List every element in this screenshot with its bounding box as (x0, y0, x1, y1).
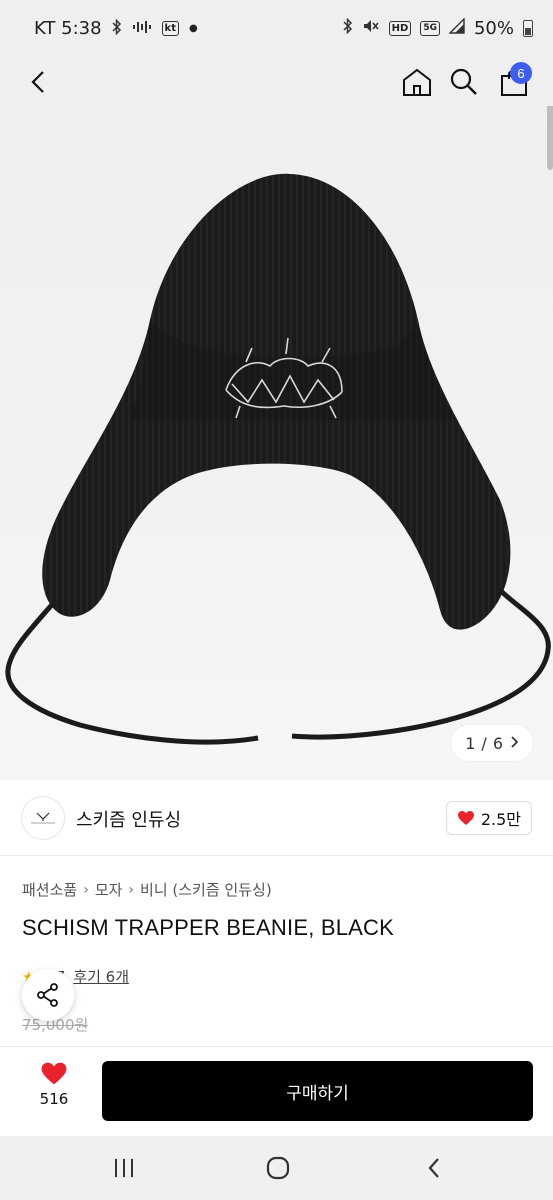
bluetooth-icon (343, 17, 353, 39)
shop-like-button[interactable]: 2.5만 (445, 801, 532, 835)
chevron-right-icon (509, 734, 519, 753)
breadcrumb-item[interactable]: 비니 (스키즘 인듀싱) (140, 879, 272, 900)
mute-icon (362, 18, 380, 39)
beanie-product-image (5, 173, 551, 745)
breadcrumb-item[interactable]: 모자 (95, 879, 123, 900)
shop-like-count: 2.5만 (480, 810, 521, 829)
carrier-app-icon: kt (161, 21, 179, 36)
scrollbar[interactable] (547, 100, 553, 170)
network-5g-icon: 5G (420, 21, 440, 36)
battery-level: 50% (473, 18, 514, 39)
cart-count-badge: 6 (510, 62, 532, 84)
image-counter[interactable]: 1 / 6 (451, 725, 533, 761)
signal-icon (448, 17, 465, 39)
share-icon (37, 983, 58, 1007)
search-button[interactable] (444, 60, 484, 104)
share-button[interactable] (22, 969, 74, 1021)
back-chevron-icon (428, 1158, 439, 1178)
image-counter-current: 1 (465, 733, 476, 753)
chevron-right-icon: › (128, 881, 135, 898)
dot-icon: ● (188, 23, 198, 34)
shop-row: 스키즘 인듀싱 2.5만 (0, 780, 553, 856)
home-icon (403, 68, 431, 96)
back-arrow-icon (31, 71, 44, 93)
buy-button[interactable]: 구매하기 (102, 1061, 533, 1121)
back-button[interactable] (18, 60, 58, 104)
hd-icon: HD (388, 21, 412, 36)
bottom-action-bar: 516 구매하기 (0, 1046, 553, 1136)
image-counter-separator: / (481, 733, 487, 753)
wishlist-count: 516 (39, 1090, 69, 1108)
cart-button[interactable]: 6 (494, 60, 534, 104)
status-bar: KT 5:38 kt ● HD 5G 50% (0, 0, 553, 60)
bluetooth-icon (112, 18, 122, 39)
heart-icon (457, 811, 474, 825)
heart-icon (41, 1062, 67, 1085)
system-nav-bar (0, 1136, 553, 1200)
shop-logo-icon (31, 812, 55, 824)
wishlist-button[interactable]: 516 (22, 1061, 86, 1121)
home-nav-button[interactable] (258, 1152, 298, 1184)
chevron-right-icon: › (83, 881, 89, 898)
carrier-time: KT 5:38 (34, 18, 102, 39)
recents-icon (115, 1159, 133, 1177)
home-circle-icon (266, 1156, 290, 1180)
back-nav-button[interactable] (414, 1152, 454, 1184)
breadcrumb-item[interactable]: 패션소품 (22, 879, 77, 900)
reviews-link[interactable]: 후기 6개 (73, 966, 129, 987)
recents-button[interactable] (104, 1152, 144, 1184)
shop-logo[interactable] (21, 796, 65, 840)
breadcrumb: 패션소품 › 모자 › 비니 (스키즘 인듀싱) (22, 879, 272, 900)
image-counter-total: 6 (492, 733, 503, 753)
battery-icon (523, 20, 533, 37)
voice-wave-icon (132, 18, 152, 39)
home-button[interactable] (397, 60, 437, 104)
search-icon (450, 68, 477, 95)
top-app-bar: 6 (0, 60, 553, 106)
product-title: SCHISM TRAPPER BEANIE, BLACK (22, 915, 394, 940)
shop-name[interactable]: 스키즘 인듀싱 (76, 806, 181, 832)
product-image-gallery[interactable]: 1 / 6 (0, 60, 553, 780)
